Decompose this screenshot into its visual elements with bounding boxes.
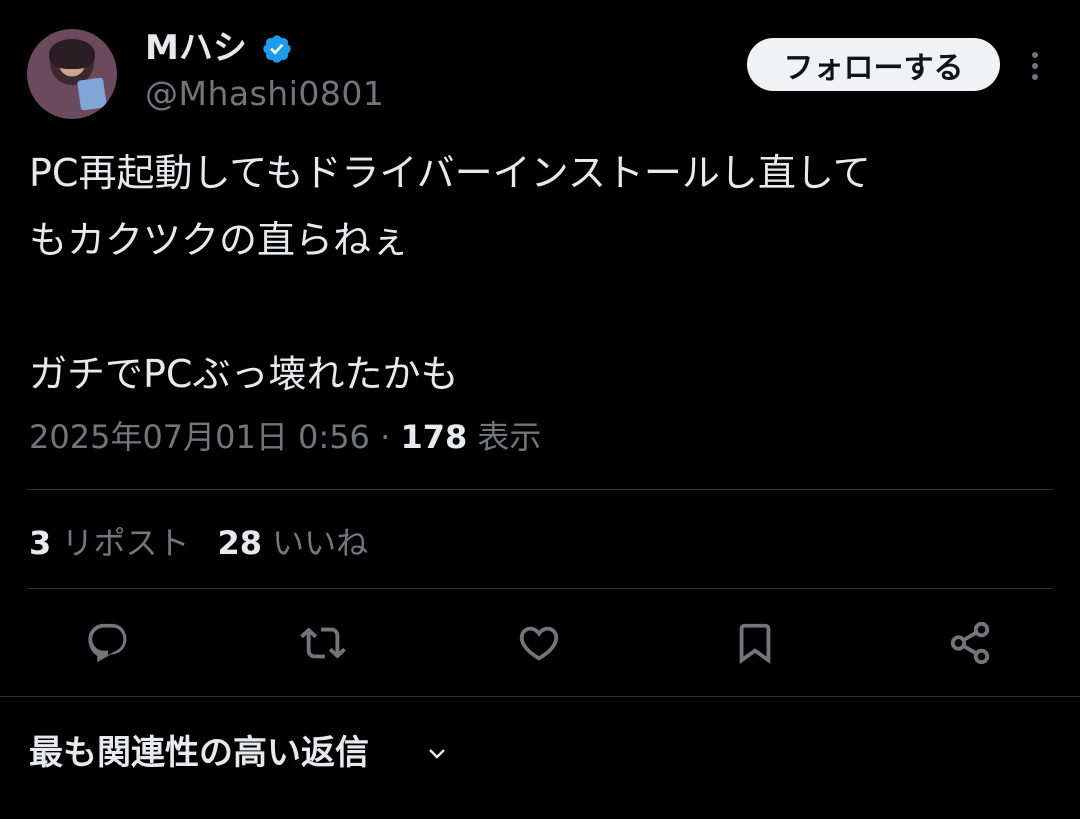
reply-icon <box>88 623 127 663</box>
author-avatar[interactable] <box>27 29 117 119</box>
views-count: 178 <box>400 418 468 456</box>
repost-button[interactable] <box>300 620 346 666</box>
like-icon <box>519 626 559 661</box>
replies-sort-label[interactable]: 最も関連性の高い返信 <box>29 730 369 776</box>
likes-label: いいね <box>261 524 369 562</box>
author-handle[interactable]: @Mhashi0801 <box>145 74 384 114</box>
engagement-stats: 3 リポスト 28 いいね <box>29 521 368 565</box>
views-label: 表示 <box>467 418 542 456</box>
more-options-icon[interactable] <box>1022 46 1048 86</box>
reposts-stat[interactable]: 3 リポスト <box>29 524 189 562</box>
chevron-down-icon[interactable] <box>425 741 449 765</box>
repost-icon <box>300 627 346 659</box>
meta-separator: · <box>369 418 401 456</box>
likes-stat[interactable]: 28 いいね <box>217 524 368 562</box>
follow-button[interactable]: フォローする <box>747 38 1000 91</box>
reposts-label: リポスト <box>51 524 190 562</box>
tweet-timestamp[interactable]: 2025年07月01日 0:56 <box>29 418 370 456</box>
divider <box>27 489 1053 490</box>
bookmark-icon <box>739 623 771 664</box>
divider <box>0 696 1080 697</box>
tweet-text: PC再起動してもドライバーインストールし直して もカクツクの直らねぇ ガチでPC… <box>29 151 871 396</box>
likes-count: 28 <box>217 524 262 562</box>
verified-badge-icon <box>263 35 291 63</box>
tweet-meta: 2025年07月01日 0:56 · 178 表示 <box>29 415 541 459</box>
share-icon <box>950 621 990 665</box>
reply-button[interactable] <box>85 620 131 666</box>
like-button[interactable] <box>516 620 562 666</box>
reposts-count: 3 <box>29 524 52 562</box>
divider <box>27 588 1053 589</box>
bookmark-button[interactable] <box>732 620 778 666</box>
author-display-name[interactable]: Mハシ <box>145 28 247 68</box>
share-button[interactable] <box>947 620 993 666</box>
